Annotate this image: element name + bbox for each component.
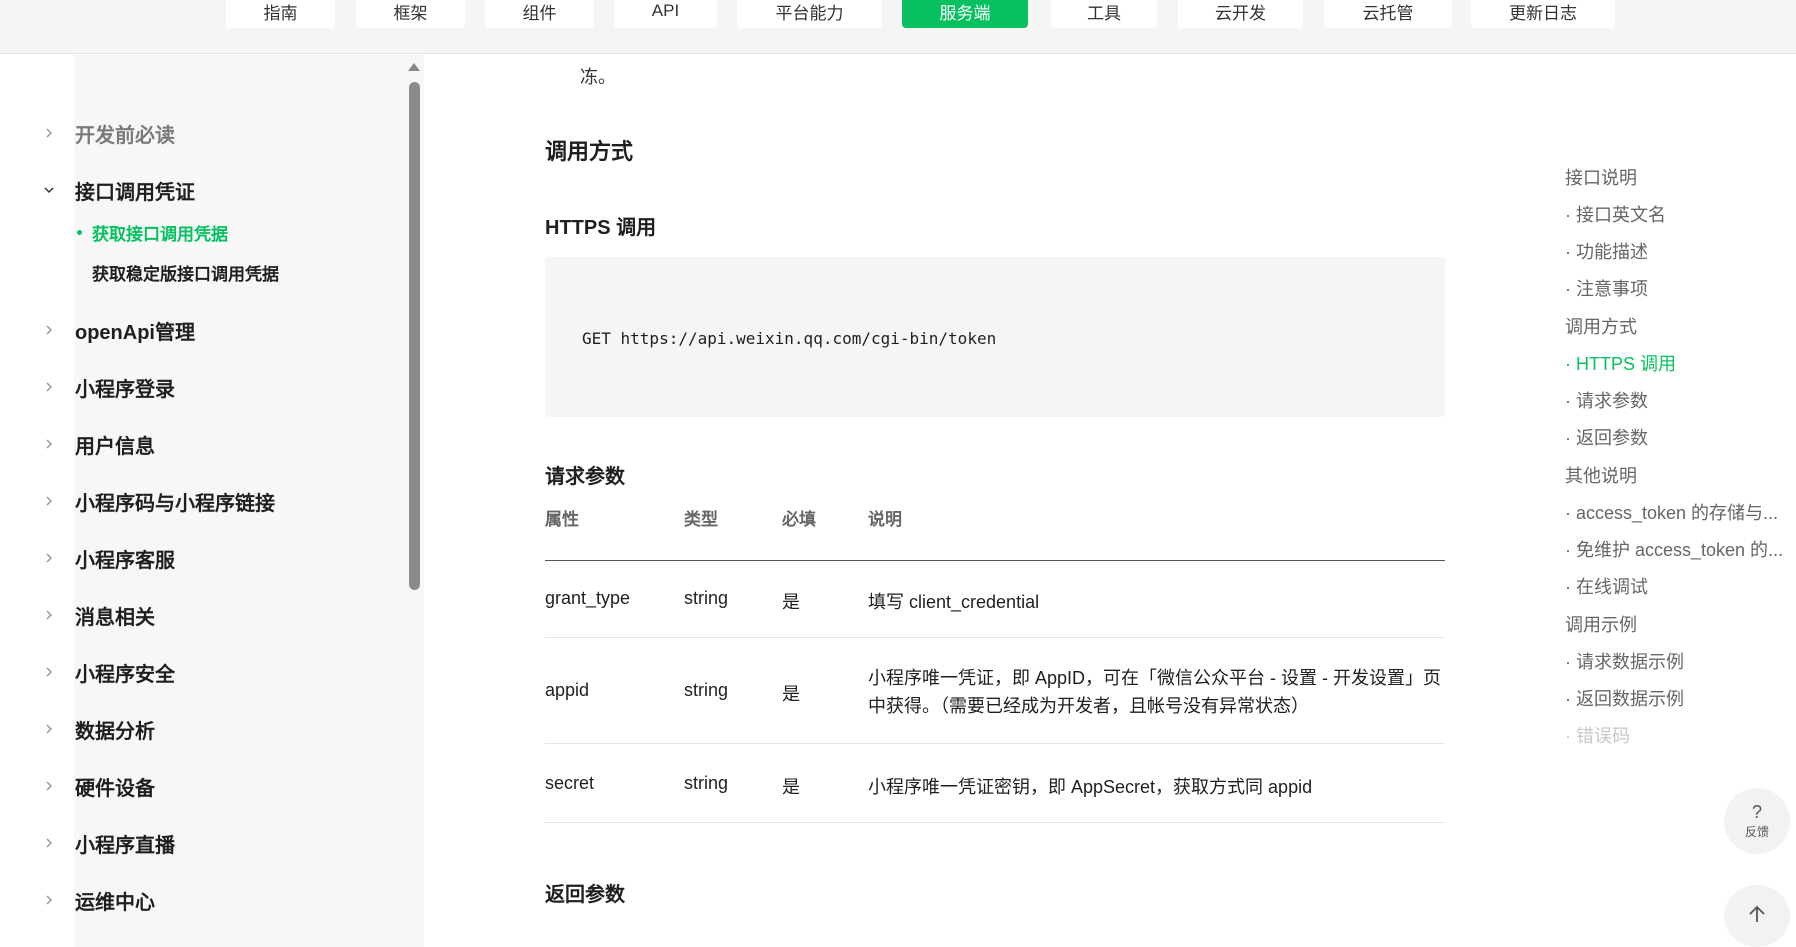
toc-item[interactable]: · 请求参数: [1565, 387, 1785, 413]
tab-platform[interactable]: 平台能力: [737, 0, 882, 28]
toc-item[interactable]: 调用方式: [1565, 313, 1785, 339]
row-divider: [545, 637, 1445, 638]
toc-item[interactable]: 其他说明: [1565, 462, 1785, 488]
table-cell: secret: [545, 773, 595, 793]
sidebar-item-label: openApi管理: [75, 321, 195, 344]
chevron-right-icon: [42, 836, 56, 850]
table-cell: 是: [782, 684, 800, 704]
chevron-right-icon: [42, 494, 56, 508]
chevron-right-icon: [42, 323, 56, 337]
table-header: 属性: [545, 510, 579, 529]
sidebar-item-label: 小程序安全: [75, 663, 175, 686]
toc-item[interactable]: · 功能描述: [1565, 238, 1785, 264]
tab-framework[interactable]: 框架: [356, 0, 465, 28]
sidebar-item-label: 小程序登录: [75, 378, 175, 401]
sidebar-item-label: 运维中心: [75, 891, 155, 914]
sidebar-scrollbar-thumb[interactable]: [409, 82, 420, 590]
section-heading-response: 返回参数: [545, 884, 625, 906]
section-heading-call: 调用方式: [545, 139, 634, 164]
tab-changelog[interactable]: 更新日志: [1471, 0, 1615, 28]
toc-item[interactable]: · 免维护 access_token 的...: [1565, 536, 1785, 562]
tab-cloud-hosting[interactable]: 云托管: [1324, 0, 1452, 28]
table-header: 必填: [782, 510, 816, 529]
arrow-up-icon: [1746, 903, 1768, 930]
table-cell: 小程序唯一凭证，即 AppID，可在「微信公众平台 - 设置 - 开发设置」页中…: [868, 668, 1442, 716]
tab-cloud-dev[interactable]: 云开发: [1178, 0, 1303, 28]
main-content: 冻。 调用方式 HTTPS 调用 GET https://api.weixin.…: [425, 55, 1525, 947]
table-header: 类型: [684, 510, 718, 529]
section-heading-request: 请求参数: [545, 466, 625, 488]
sidebar-subitem-get-token[interactable]: 获取接口调用凭据: [92, 220, 228, 245]
table-cell: 填写 client_credential: [868, 592, 1040, 612]
toc-item[interactable]: · 返回数据示例: [1565, 685, 1785, 711]
sidebar-item-label: 小程序直播: [75, 834, 175, 857]
table-header-divider: [545, 560, 1445, 561]
toc-item[interactable]: · 注意事项: [1565, 275, 1785, 301]
toc-item[interactable]: · access_token 的存储与...: [1565, 499, 1785, 525]
chevron-right-icon: [42, 437, 56, 451]
toc-item-active[interactable]: · HTTPS 调用: [1565, 350, 1785, 376]
code-line: GET https://api.weixin.qq.com/cgi-bin/to…: [582, 329, 997, 348]
row-divider: [545, 743, 1445, 744]
sidebar-item-label: 开发前必读: [75, 124, 175, 147]
back-to-top-button[interactable]: [1724, 885, 1790, 947]
table-cell: string: [684, 588, 729, 608]
paragraph-fragment: 冻。: [580, 67, 616, 87]
question-icon: ?: [1751, 801, 1762, 822]
toc-item[interactable]: · 请求数据示例: [1565, 648, 1785, 674]
tab-components[interactable]: 组件: [485, 0, 594, 28]
table-header: 说明: [868, 510, 902, 529]
toc-item[interactable]: · 接口英文名: [1565, 201, 1785, 227]
sidebar-item-label: 数据分析: [75, 720, 155, 743]
chevron-right-icon: [42, 126, 56, 140]
active-dot-icon: [77, 230, 82, 235]
tab-tools[interactable]: 工具: [1051, 0, 1157, 28]
tab-guide[interactable]: 指南: [226, 0, 335, 28]
table-cell: 是: [782, 777, 800, 797]
toc-item[interactable]: · 错误码: [1565, 722, 1785, 748]
table-cell: 是: [782, 592, 800, 612]
chevron-right-icon: [42, 779, 56, 793]
sidebar-item-label: 硬件设备: [75, 777, 155, 800]
table-cell: grant_type: [545, 588, 631, 608]
scroll-up-arrow-icon[interactable]: [408, 63, 420, 71]
row-divider: [545, 822, 1445, 823]
chevron-right-icon: [42, 608, 56, 622]
feedback-label: 反馈: [1744, 824, 1769, 839]
sidebar-subitem-get-stable-token[interactable]: 获取稳定版接口调用凭据: [92, 260, 279, 285]
sidebar-item-label: 小程序码与小程序链接: [75, 492, 275, 515]
toc-item[interactable]: · 返回参数: [1565, 424, 1785, 450]
sidebar: 开发前必读 接口调用凭证 获取接口调用凭据 获取稳定版接口调用凭据 openAp…: [0, 55, 425, 947]
chevron-right-icon: [42, 665, 56, 679]
tab-api[interactable]: API: [614, 0, 717, 28]
top-nav: 指南 框架 组件 API 平台能力 服务端 工具 云开发 云托管 更新日志: [0, 0, 1796, 54]
chevron-right-icon: [42, 893, 56, 907]
feedback-button[interactable]: ? 反馈: [1724, 788, 1790, 854]
sidebar-item-label: 消息相关: [75, 606, 155, 629]
toc-item[interactable]: 调用示例: [1565, 611, 1785, 637]
chevron-right-icon: [42, 722, 56, 736]
toc-item[interactable]: · 在线调试: [1565, 573, 1785, 599]
table-cell: appid: [545, 680, 590, 700]
chevron-right-icon: [42, 551, 56, 565]
sidebar-item-label: 用户信息: [75, 435, 155, 458]
table-cell: 小程序唯一凭证密钥，即 AppSecret，获取方式同 appid: [868, 777, 1313, 797]
chevron-down-icon: [42, 183, 56, 197]
section-heading-https: HTTPS 调用: [545, 217, 657, 239]
sidebar-item-label: 小程序客服: [75, 549, 175, 572]
chevron-right-icon: [42, 380, 56, 394]
code-block: GET https://api.weixin.qq.com/cgi-bin/to…: [545, 257, 1445, 417]
table-cell: string: [684, 680, 729, 700]
table-cell: string: [684, 773, 729, 793]
sidebar-item-label: 接口调用凭证: [75, 181, 195, 204]
toc-item[interactable]: 接口说明: [1565, 164, 1785, 190]
tab-server[interactable]: 服务端: [902, 0, 1028, 28]
